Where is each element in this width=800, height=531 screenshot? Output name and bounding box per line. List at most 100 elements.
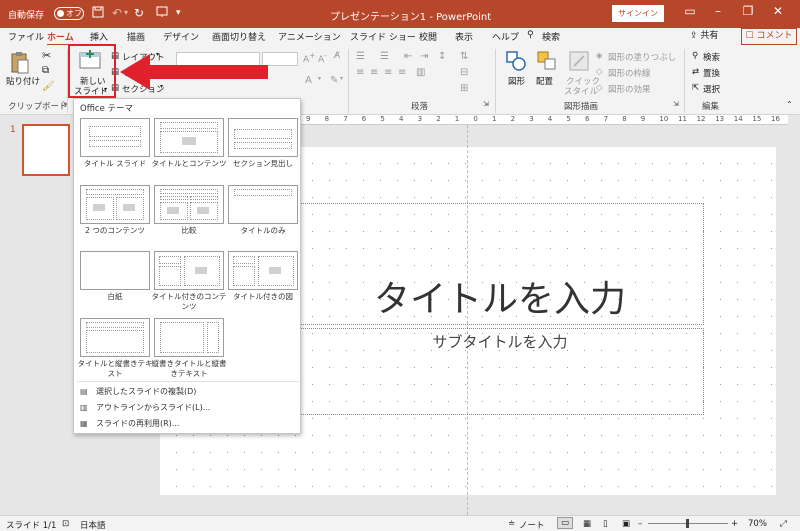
normal-view-icon[interactable]: ▭	[557, 517, 574, 529]
columns-icon[interactable]: ▥	[416, 67, 425, 78]
zoom-level[interactable]: 70%	[748, 519, 767, 529]
tab-file[interactable]: ファイル	[8, 30, 44, 43]
minimize-icon[interactable]: –	[708, 4, 728, 18]
accessibility-icon[interactable]: ⊡	[62, 519, 69, 529]
restore-icon[interactable]: ❐	[738, 4, 758, 18]
tab-animations[interactable]: アニメーション	[278, 30, 341, 43]
menu-slides-from-outline[interactable]: ▥ アウトラインからスライド(L)...	[80, 402, 210, 413]
close-icon[interactable]: ✕	[768, 4, 788, 18]
layout-title-only[interactable]: タイトルのみ	[228, 185, 298, 235]
title-placeholder[interactable]: タイトルを入力	[296, 203, 704, 325]
arrange-icon[interactable]	[536, 50, 558, 75]
comment-button[interactable]: ☐ コメント	[741, 28, 797, 45]
find-icon[interactable]: ⚲	[692, 51, 698, 61]
notes-icon[interactable]: ≐	[508, 519, 515, 529]
shapes-icon[interactable]	[505, 50, 527, 75]
slideshow-icon[interactable]: ▣	[622, 519, 630, 529]
arrange-label[interactable]: 配置	[536, 75, 553, 87]
redo-icon[interactable]: ↻	[134, 6, 144, 20]
select-icon[interactable]: ⇱	[692, 83, 699, 93]
paste-icon[interactable]	[10, 51, 30, 78]
select-button[interactable]: 選択	[703, 83, 720, 95]
tab-draw[interactable]: 描画	[127, 30, 145, 43]
reading-view-icon[interactable]: ▯	[603, 519, 608, 529]
save-icon[interactable]	[92, 6, 104, 21]
align-text-icon[interactable]: ⊟	[460, 67, 468, 78]
zoom-in-icon[interactable]: +	[731, 519, 738, 529]
layout-two-content[interactable]: 2 つのコンテンツ	[80, 185, 150, 235]
align-center-icon[interactable]: ≡	[370, 67, 378, 78]
shrink-font-icon[interactable]: A-	[318, 51, 327, 65]
layout-title-content[interactable]: タイトルとコンテンツ	[152, 118, 227, 168]
subtitle-placeholder[interactable]: サブタイトルを入力	[296, 328, 704, 415]
slide-sorter-icon[interactable]: ▦	[583, 519, 591, 529]
tab-insert[interactable]: 挿入	[90, 30, 108, 43]
share-button[interactable]: ⇪ 共有	[690, 28, 718, 41]
present-icon[interactable]	[156, 6, 168, 21]
tab-view[interactable]: 表示	[455, 30, 473, 43]
zoom-slider-thumb[interactable]	[686, 519, 689, 528]
signin-button[interactable]: サインイン	[612, 5, 664, 22]
highlight-icon[interactable]: ✎	[330, 75, 338, 86]
customize-qa-icon[interactable]: ▾	[176, 6, 181, 20]
menu-reuse-slides[interactable]: ▦ スライドの再利用(R)...	[80, 418, 179, 429]
layout-title-vertical-text[interactable]: タイトルと縦書きテキスト	[78, 318, 153, 380]
font-color-dropdown-icon[interactable]: ▾	[318, 75, 321, 82]
align-right-icon[interactable]: ≡	[384, 67, 392, 78]
slide-thumbnail[interactable]	[22, 124, 70, 176]
replace-button[interactable]: 置換	[703, 67, 720, 79]
cut-icon[interactable]: ✂	[42, 49, 51, 62]
font-color-icon[interactable]: A	[305, 75, 312, 86]
tab-search[interactable]: 検索	[542, 30, 560, 43]
numbering-icon[interactable]: ☰	[380, 51, 389, 62]
layout-blank[interactable]: 白紙	[80, 251, 150, 301]
layout-vertical-title-text[interactable]: 縦書きタイトルと縦書きテキスト	[152, 318, 227, 380]
zoom-out-icon[interactable]: –	[638, 519, 642, 529]
layout-comparison[interactable]: 比較	[154, 185, 224, 235]
language[interactable]: 日本語	[80, 519, 106, 531]
layout-content-with-caption[interactable]: タイトル付きのコンテンツ	[152, 251, 227, 313]
shape-effects-icon[interactable]: ◇	[596, 83, 603, 93]
menu-duplicate-slide[interactable]: ▤ 選択したスライドの複製(D)	[80, 386, 196, 397]
shape-fill-button[interactable]: 図形の塗りつぶし	[608, 51, 676, 63]
tab-design[interactable]: デザイン	[163, 30, 199, 43]
tab-slideshow[interactable]: スライド ショー	[350, 30, 416, 43]
highlight-dropdown-icon[interactable]: ▾	[340, 75, 343, 82]
shapes-label[interactable]: 図形	[508, 75, 525, 87]
fit-slide-icon[interactable]: ⤢	[780, 519, 787, 529]
replace-icon[interactable]: ⇄	[692, 67, 699, 77]
vertical-scrollbar[interactable]	[789, 115, 800, 515]
grow-font-icon[interactable]: A+	[303, 51, 315, 65]
notes-button[interactable]: ノート	[519, 519, 545, 531]
line-spacing-icon[interactable]: ↕	[438, 51, 446, 62]
tab-transitions[interactable]: 画面切り替え	[212, 30, 266, 43]
ribbon-display-icon[interactable]: ▭	[680, 4, 700, 18]
layout-picture-with-caption[interactable]: タイトル付きの図	[228, 251, 298, 301]
paragraph-launcher-icon[interactable]: ⇲	[483, 100, 489, 108]
justify-icon[interactable]: ≡	[398, 67, 406, 78]
shape-effects-button[interactable]: 図形の効果	[608, 83, 651, 95]
shape-fill-icon[interactable]: ◈	[596, 51, 603, 61]
smartart-icon[interactable]: ⊞	[460, 83, 468, 94]
clear-format-icon[interactable]: A̸	[334, 51, 340, 61]
shape-outline-button[interactable]: 図形の枠線	[608, 67, 651, 79]
align-left-icon[interactable]: ≡	[356, 67, 364, 78]
layout-title-slide[interactable]: タイトル スライド	[80, 118, 150, 168]
tab-review[interactable]: 校閲	[419, 30, 437, 43]
increase-indent-icon[interactable]: ⇥	[420, 51, 428, 62]
quick-styles-label-2[interactable]: スタイル	[564, 85, 598, 97]
undo-dropdown-icon[interactable]: ▾	[124, 6, 128, 20]
find-button[interactable]: 検索	[703, 51, 720, 63]
quick-styles-icon[interactable]	[568, 50, 590, 75]
tab-help[interactable]: ヘルプ	[492, 30, 519, 43]
search-icon[interactable]: ⚲	[527, 30, 534, 40]
decrease-indent-icon[interactable]: ⇤	[404, 51, 412, 62]
format-painter-icon[interactable]: 🖌	[42, 81, 55, 92]
layout-section-header[interactable]: セクション見出し	[228, 118, 298, 168]
shape-outline-icon[interactable]: ◇	[596, 67, 603, 77]
text-direction-icon[interactable]: ⇅	[460, 51, 468, 62]
collapse-ribbon-icon[interactable]: ⌃	[786, 100, 793, 109]
bullets-icon[interactable]: ☰	[356, 51, 365, 62]
undo-icon[interactable]: ↶	[112, 6, 122, 20]
autosave-toggle[interactable]: オフ	[54, 7, 84, 20]
